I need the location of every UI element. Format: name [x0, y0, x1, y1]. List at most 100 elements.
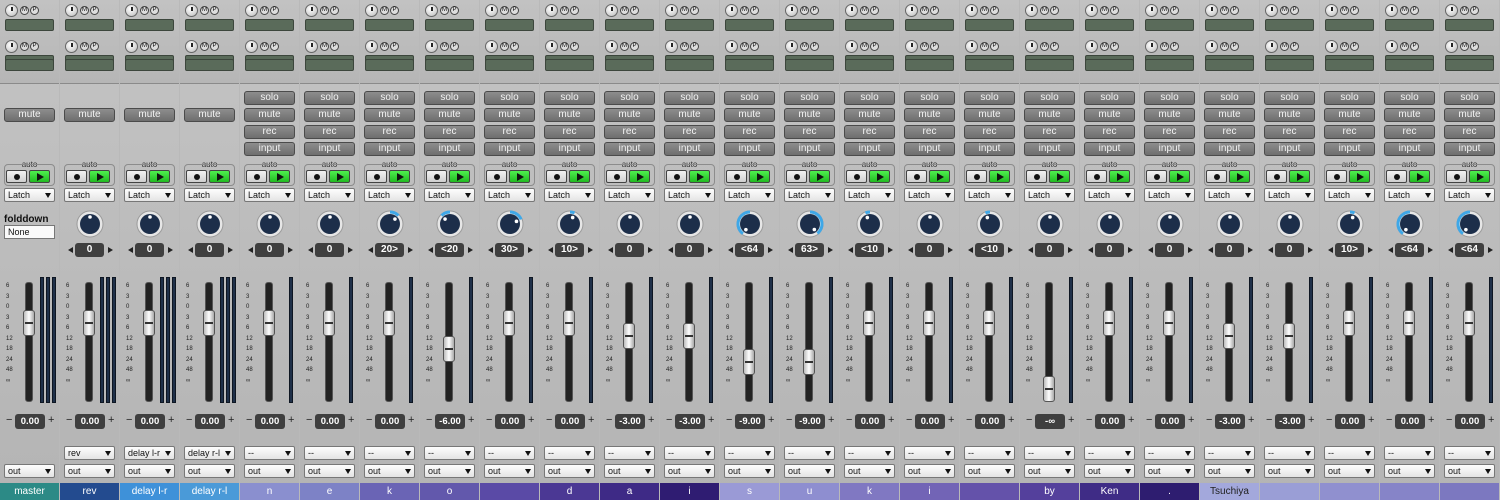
pan-value[interactable]: 0 [195, 243, 224, 257]
io-gain-knob-icon[interactable] [305, 40, 318, 53]
io-gain-knob-icon[interactable] [185, 40, 198, 53]
automation-record-button[interactable] [726, 170, 747, 183]
volume-decrement-button[interactable]: − [606, 414, 612, 426]
volume-fader-handle[interactable] [563, 310, 575, 336]
automation-record-button[interactable] [546, 170, 567, 183]
io-mono-button[interactable]: M [740, 6, 749, 15]
volume-value[interactable]: 0.00 [15, 414, 45, 429]
send-select[interactable]: -- [304, 446, 355, 460]
pan-left-arrow-icon[interactable] [788, 247, 793, 253]
io-mono-button[interactable]: M [200, 42, 209, 51]
io-gain-knob-icon[interactable] [485, 40, 498, 53]
io-mono-button[interactable]: M [620, 42, 629, 51]
io-mono-button[interactable]: M [500, 42, 509, 51]
io-gain-knob-icon[interactable] [1325, 4, 1338, 17]
pan-knob-icon[interactable] [1095, 209, 1125, 239]
io-slot[interactable] [365, 59, 414, 71]
pan-knob-icon[interactable] [495, 209, 525, 239]
volume-fader-handle[interactable] [1163, 310, 1175, 336]
pan-value[interactable]: <64 [735, 243, 764, 257]
volume-fader-handle[interactable] [1103, 310, 1115, 336]
automation-play-button[interactable] [89, 170, 110, 183]
rec-button[interactable]: rec [844, 125, 895, 139]
pan-right-arrow-icon[interactable] [828, 247, 833, 253]
output-select[interactable]: out [124, 464, 175, 478]
volume-decrement-button[interactable]: − [246, 414, 252, 426]
io-gain-knob-icon[interactable] [425, 4, 438, 17]
input-button[interactable]: input [904, 142, 955, 156]
volume-fader-handle[interactable] [443, 336, 455, 362]
io-gain-knob-icon[interactable] [125, 40, 138, 53]
rec-button[interactable]: rec [1324, 125, 1375, 139]
rec-button[interactable]: rec [904, 125, 955, 139]
volume-value[interactable]: -9.00 [735, 414, 765, 429]
pan-knob-icon[interactable] [1275, 209, 1305, 239]
volume-increment-button[interactable]: + [348, 414, 354, 426]
pan-value[interactable]: 20> [375, 243, 404, 257]
automation-play-button[interactable] [329, 170, 350, 183]
mute-button[interactable]: mute [1144, 108, 1195, 122]
io-phase-button[interactable]: P [390, 42, 399, 51]
output-select[interactable]: out [484, 464, 535, 478]
io-slot[interactable] [965, 59, 1014, 71]
mute-button[interactable]: mute [304, 108, 355, 122]
io-phase-button[interactable]: P [1170, 6, 1179, 15]
send-select[interactable]: -- [1024, 446, 1075, 460]
io-phase-button[interactable]: P [450, 6, 459, 15]
pan-left-arrow-icon[interactable] [848, 247, 853, 253]
send-select[interactable]: -- [364, 446, 415, 460]
pan-right-arrow-icon[interactable] [648, 247, 653, 253]
automation-mode-select[interactable]: Latch [964, 188, 1015, 202]
io-mono-button[interactable]: M [860, 6, 869, 15]
automation-mode-select[interactable]: Latch [724, 188, 775, 202]
pan-value[interactable]: 0 [1095, 243, 1124, 257]
volume-value[interactable]: 0.00 [315, 414, 345, 429]
pan-left-arrow-icon[interactable] [1328, 247, 1333, 253]
io-phase-button[interactable]: P [1230, 6, 1239, 15]
io-gain-knob-icon[interactable] [1385, 40, 1398, 53]
send-select[interactable]: -- [1144, 446, 1195, 460]
volume-fader-handle[interactable] [263, 310, 275, 336]
pan-knob-icon[interactable] [435, 209, 465, 239]
solo-button[interactable]: solo [1384, 91, 1435, 105]
volume-value[interactable]: -6.00 [435, 414, 465, 429]
automation-mode-select[interactable]: Latch [64, 188, 115, 202]
solo-button[interactable]: solo [1084, 91, 1135, 105]
io-slot[interactable] [1025, 59, 1074, 71]
pan-value[interactable]: 0 [1035, 243, 1064, 257]
track-name-label[interactable] [1320, 483, 1379, 500]
automation-record-button[interactable] [66, 170, 87, 183]
io-phase-button[interactable]: P [210, 6, 219, 15]
rec-button[interactable]: rec [1204, 125, 1255, 139]
automation-record-button[interactable] [1446, 170, 1467, 183]
pan-knob-icon[interactable] [315, 209, 345, 239]
io-mono-button[interactable]: M [1220, 42, 1229, 51]
pan-value[interactable]: 0 [615, 243, 644, 257]
automation-record-button[interactable] [906, 170, 927, 183]
io-phase-button[interactable]: P [750, 42, 759, 51]
send-select[interactable]: -- [244, 446, 295, 460]
io-slot[interactable] [665, 59, 714, 71]
io-slot[interactable] [1325, 59, 1374, 71]
rec-button[interactable]: rec [664, 125, 715, 139]
automation-mode-select[interactable]: Latch [1024, 188, 1075, 202]
io-slot[interactable] [125, 59, 174, 71]
io-slot[interactable] [5, 19, 54, 31]
automation-mode-select[interactable]: Latch [664, 188, 715, 202]
io-phase-button[interactable]: P [270, 6, 279, 15]
pan-left-arrow-icon[interactable] [128, 247, 133, 253]
volume-value[interactable]: 0.00 [555, 414, 585, 429]
volume-decrement-button[interactable]: − [186, 414, 192, 426]
io-gain-knob-icon[interactable] [65, 4, 78, 17]
io-slot[interactable] [785, 19, 834, 31]
io-mono-button[interactable]: M [1160, 6, 1169, 15]
rec-button[interactable]: rec [1264, 125, 1315, 139]
pan-knob-icon[interactable] [975, 209, 1005, 239]
pan-right-arrow-icon[interactable] [1128, 247, 1133, 253]
io-gain-knob-icon[interactable] [545, 40, 558, 53]
io-slot[interactable] [1325, 19, 1374, 31]
io-mono-button[interactable]: M [1340, 6, 1349, 15]
io-phase-button[interactable]: P [990, 42, 999, 51]
io-phase-button[interactable]: P [1470, 6, 1479, 15]
pan-knob-icon[interactable] [615, 209, 645, 239]
